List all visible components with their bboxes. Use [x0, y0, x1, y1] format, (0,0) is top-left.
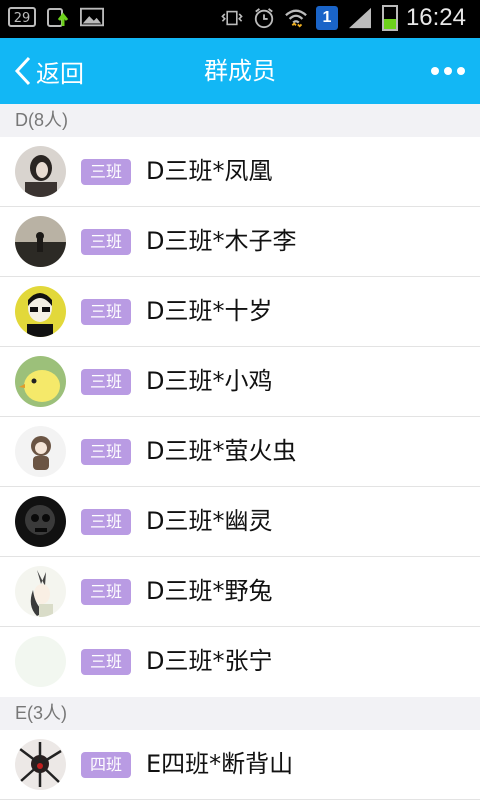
member-row[interactable]: 三班 D三班*幽灵 — [0, 487, 480, 557]
alarm-icon — [254, 8, 274, 29]
class-tag: 三班 — [81, 299, 131, 325]
section-header-d: D(8人) — [0, 104, 480, 137]
avatar — [15, 739, 66, 790]
class-tag: 三班 — [81, 229, 131, 255]
member-row[interactable]: 三班 D三班*小鸡 — [0, 347, 480, 417]
title-bar: 群成员 返回 — [0, 38, 480, 104]
member-row[interactable]: 三班 D三班*木子李 — [0, 207, 480, 277]
avatar — [15, 636, 66, 687]
vibrate-icon — [221, 10, 243, 26]
member-row[interactable]: 三班 D三班*凤凰 — [0, 137, 480, 207]
member-name: D三班*小鸡 — [146, 367, 273, 395]
battery-icon — [381, 5, 398, 31]
member-list[interactable]: D(8人) 三班 D三班*凤凰 三班 D三班*木子李 三班 D三班*十岁 三班 … — [0, 104, 480, 800]
member-row[interactable]: 四班 E四班*断背山 — [0, 730, 480, 800]
back-label: 返回 — [36, 59, 84, 88]
member-row[interactable]: 三班 D三班*野兔 — [0, 557, 480, 627]
upload-icon — [47, 8, 69, 27]
calendar-icon: 29 — [8, 7, 36, 27]
avatar — [15, 286, 66, 337]
member-name: D三班*野兔 — [146, 577, 273, 605]
status-bar-right: 1 16:24 — [220, 4, 466, 32]
avatar — [15, 496, 66, 547]
avatar — [15, 216, 66, 267]
signal-icon — [348, 7, 371, 29]
avatar — [15, 566, 66, 617]
avatar — [15, 146, 66, 197]
member-name: E四班*断背山 — [146, 750, 294, 778]
member-name: D三班*张宁 — [146, 647, 273, 675]
member-name: D三班*幽灵 — [146, 507, 273, 535]
member-row[interactable]: 三班 D三班*萤火虫 — [0, 417, 480, 487]
member-row[interactable]: 三班 D三班*十岁 — [0, 277, 480, 347]
clock: 16:24 — [405, 4, 466, 31]
avatar — [15, 356, 66, 407]
status-bar-left: 29 — [8, 6, 104, 28]
class-tag: 四班 — [81, 752, 131, 778]
class-tag: 三班 — [81, 369, 131, 395]
class-tag: 三班 — [81, 509, 131, 535]
class-tag: 三班 — [81, 159, 131, 185]
more-dots-icon — [431, 67, 439, 75]
class-tag: 三班 — [81, 579, 131, 605]
member-name: D三班*木子李 — [146, 227, 297, 255]
class-tag: 三班 — [81, 439, 131, 465]
member-name: D三班*十岁 — [146, 297, 273, 325]
avatar — [15, 426, 66, 477]
more-options-button[interactable] — [430, 60, 466, 82]
member-row[interactable]: 三班 D三班*张宁 — [0, 627, 480, 697]
wifi-icon — [285, 9, 307, 28]
chevron-left-icon — [14, 56, 31, 86]
class-tag: 三班 — [81, 649, 131, 675]
section-header-e: E(3人) — [0, 697, 480, 730]
member-name: D三班*萤火虫 — [146, 437, 297, 465]
notification-badge: 1 — [315, 6, 338, 30]
status-bar: 29 1 16:24 — [0, 0, 480, 38]
image-icon — [80, 7, 104, 27]
member-name: D三班*凤凰 — [146, 157, 273, 185]
back-button[interactable]: 返回 — [14, 53, 84, 89]
